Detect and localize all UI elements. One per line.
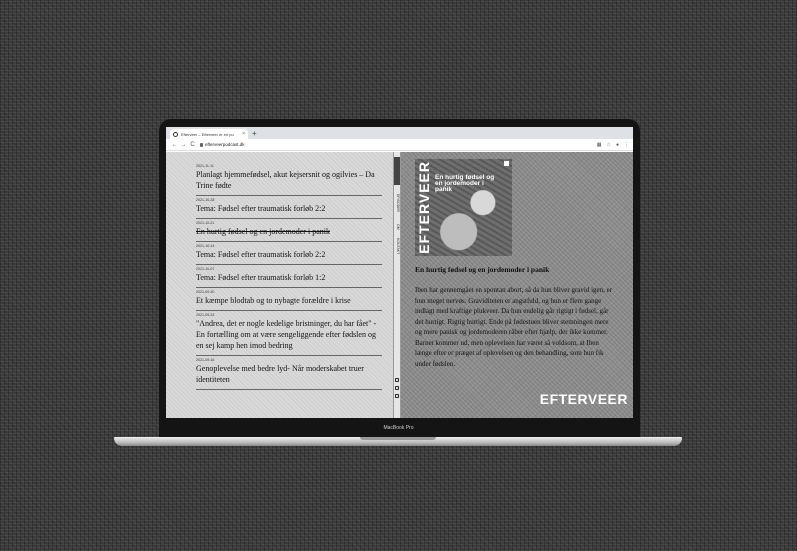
- episode-list: 2021-11-11 Planlagt hjemmefødsel, akut ke…: [196, 162, 382, 390]
- episode-list-pane: 2021-11-11 Planlagt hjemmefødsel, akut ke…: [166, 152, 393, 418]
- episode-item[interactable]: 2021-09-16 Genoplevelse med bedre lyd- Nå…: [196, 356, 382, 390]
- cover-badge-icon: [504, 161, 509, 166]
- episode-title[interactable]: "Andrea, det er nogle kedelige bristning…: [196, 318, 382, 351]
- episode-cover-image: EFTERVEER En hurtig fødsel og en jordemo…: [415, 159, 512, 256]
- episode-item[interactable]: 2021-11-11 Planlagt hjemmefødsel, akut ke…: [196, 162, 382, 196]
- laptop-notch: [360, 437, 436, 440]
- instagram-icon[interactable]: [395, 378, 399, 382]
- address-bar[interactable]: efterveerpodcast.dk: [200, 142, 597, 147]
- episode-title[interactable]: Et kæmpe blodtab og to nybagte forældre …: [196, 295, 382, 306]
- forward-icon[interactable]: →: [179, 142, 188, 148]
- episode-item[interactable]: 2021-10-14 Tema: Fødsel efter traumatisk …: [196, 242, 382, 265]
- brand-wordmark: EFTERVEER: [539, 391, 628, 407]
- episode-description: Iben har gennemgået en spontan abort, så…: [415, 286, 613, 368]
- episode-title[interactable]: Tema: Fødsel efter traumatisk forløb 1:2: [196, 272, 382, 283]
- episode-title[interactable]: En hurtig fødsel og en jordemoder i pani…: [196, 226, 382, 237]
- browser-tab[interactable]: Efterveer – Efterveer er en pu ×: [170, 129, 248, 139]
- episode-title[interactable]: Tema: Fødsel efter traumatisk forløb 2:2: [196, 249, 382, 260]
- nav-om[interactable]: OM: [394, 224, 400, 230]
- episode-item[interactable]: 2021-10-07 Tema: Fødsel efter traumatisk …: [196, 265, 382, 288]
- episode-item[interactable]: 2021-10-28 Tema: Fødsel efter traumatisk …: [196, 196, 382, 219]
- favicon-icon: [173, 131, 178, 137]
- episode-item[interactable]: 2021-09-30 Et kæmpe blodtab og to nybagte…: [196, 288, 382, 311]
- cover-title: En hurtig fødsel og en jordemoder i pani…: [435, 174, 495, 193]
- extensions-icon[interactable]: ▦: [597, 142, 602, 148]
- url-text: efterveerpodcast.dk: [205, 142, 245, 147]
- episode-heading: En hurtig fødsel og en jordemoder i pani…: [415, 265, 550, 274]
- laptop-screen: Efterveer – Efterveer er en pu × + ← → C…: [166, 127, 633, 418]
- reload-icon[interactable]: C: [188, 142, 197, 148]
- menu-icon[interactable]: ⋮: [624, 142, 629, 148]
- back-icon[interactable]: ←: [170, 142, 179, 148]
- web-page: 2021-11-11 Planlagt hjemmefødsel, akut ke…: [166, 152, 633, 418]
- browser-toolbar: ← → C efterveerpodcast.dk ▦ ☆ ● ⋮: [166, 139, 633, 151]
- tab-title: Efterveer – Efterveer er en pu: [181, 131, 234, 137]
- side-nav: EPISODER OM KONTAKT: [393, 152, 401, 418]
- nav-episoder[interactable]: EPISODER: [394, 194, 400, 212]
- profile-icon[interactable]: ●: [616, 142, 619, 148]
- episode-title[interactable]: Tema: Fødsel efter traumatisk forløb 2:2: [196, 203, 382, 214]
- nav-kontakt[interactable]: KONTAKT: [394, 238, 400, 254]
- new-tab-button[interactable]: +: [252, 129, 257, 139]
- device-model-label: MacBook Pro: [383, 425, 414, 431]
- mail-icon[interactable]: [395, 394, 399, 398]
- browser-tabbar: Efterveer – Efterveer er en pu × +: [166, 127, 633, 139]
- cover-brand: EFTERVEER: [416, 161, 432, 254]
- side-tab-active: [394, 157, 400, 185]
- episode-title[interactable]: Genoplevelse med bedre lyd- Når moderska…: [196, 363, 382, 385]
- episode-item[interactable]: 2021-09-23 "Andrea, det er nogle kedelige…: [196, 311, 382, 356]
- episode-title[interactable]: Planlagt hjemmefødsel, akut kejsersnit o…: [196, 169, 382, 191]
- facebook-icon[interactable]: [395, 386, 399, 390]
- star-icon[interactable]: ☆: [606, 142, 610, 148]
- episode-detail-pane: EFTERVEER En hurtig fødsel og en jordemo…: [401, 152, 633, 418]
- episode-item[interactable]: 2021-10-21 En hurtig fødsel og en jordemo…: [196, 219, 382, 242]
- tab-close-icon[interactable]: ×: [242, 131, 245, 137]
- lock-icon: [200, 142, 203, 147]
